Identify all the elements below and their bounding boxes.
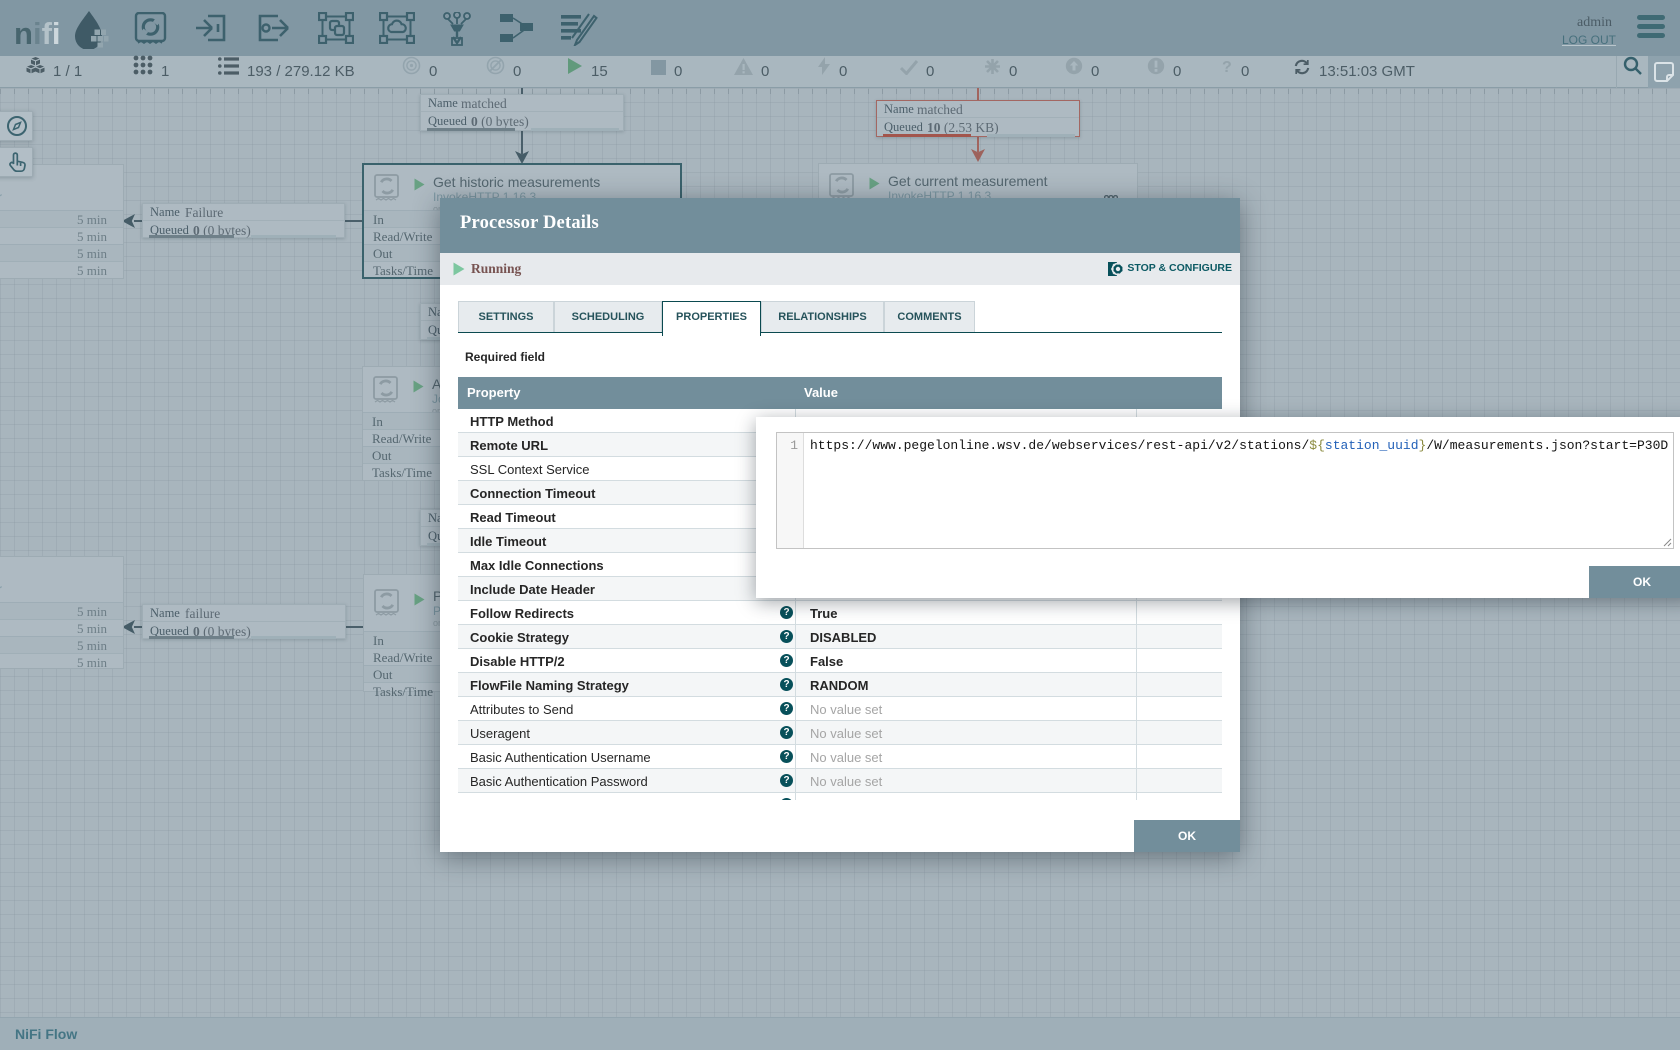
svg-text:nifi: nifi [15, 16, 61, 49]
svg-text:?: ? [1222, 59, 1232, 75]
